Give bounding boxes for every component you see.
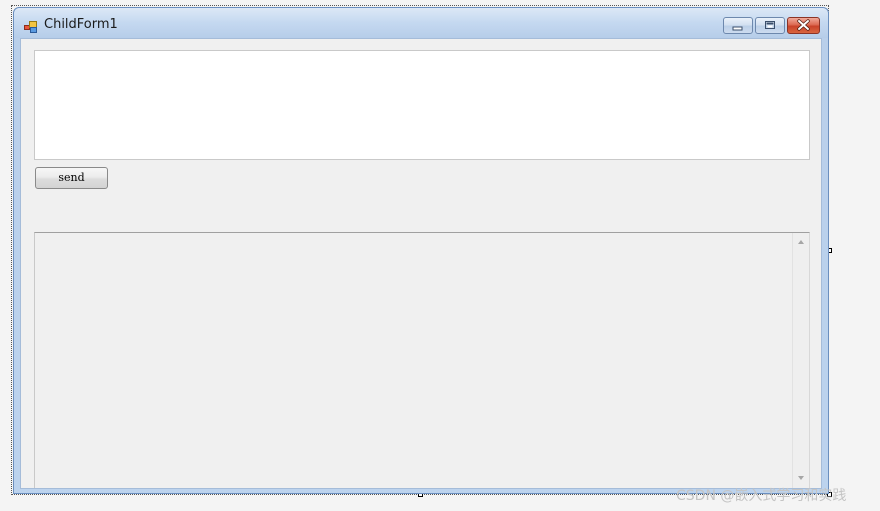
close-icon bbox=[797, 19, 810, 31]
child-form-window: ChildForm1 send bbox=[13, 7, 829, 494]
title-bar[interactable]: ChildForm1 bbox=[14, 8, 828, 38]
watermark-text: CSDN @嵌入式学习和实践 bbox=[676, 488, 847, 504]
form-client-area: send bbox=[20, 38, 822, 489]
designer-surface: ChildForm1 send CSDN @嵌入式学习和实践 bbox=[0, 0, 880, 511]
window-title: ChildForm1 bbox=[44, 17, 118, 32]
minimize-icon bbox=[732, 26, 743, 31]
message-input-textbox[interactable] bbox=[34, 50, 810, 160]
received-output-textbox[interactable] bbox=[34, 232, 810, 488]
minimize-button[interactable] bbox=[723, 17, 753, 34]
close-button[interactable] bbox=[787, 17, 820, 34]
scroll-up-arrow-icon[interactable] bbox=[797, 238, 805, 246]
send-button[interactable]: send bbox=[35, 167, 108, 189]
maximize-icon bbox=[765, 21, 775, 29]
vertical-scrollbar[interactable] bbox=[792, 233, 809, 488]
maximize-button[interactable] bbox=[755, 17, 785, 34]
form-icon bbox=[24, 18, 38, 33]
scroll-down-arrow-icon[interactable] bbox=[797, 474, 805, 482]
